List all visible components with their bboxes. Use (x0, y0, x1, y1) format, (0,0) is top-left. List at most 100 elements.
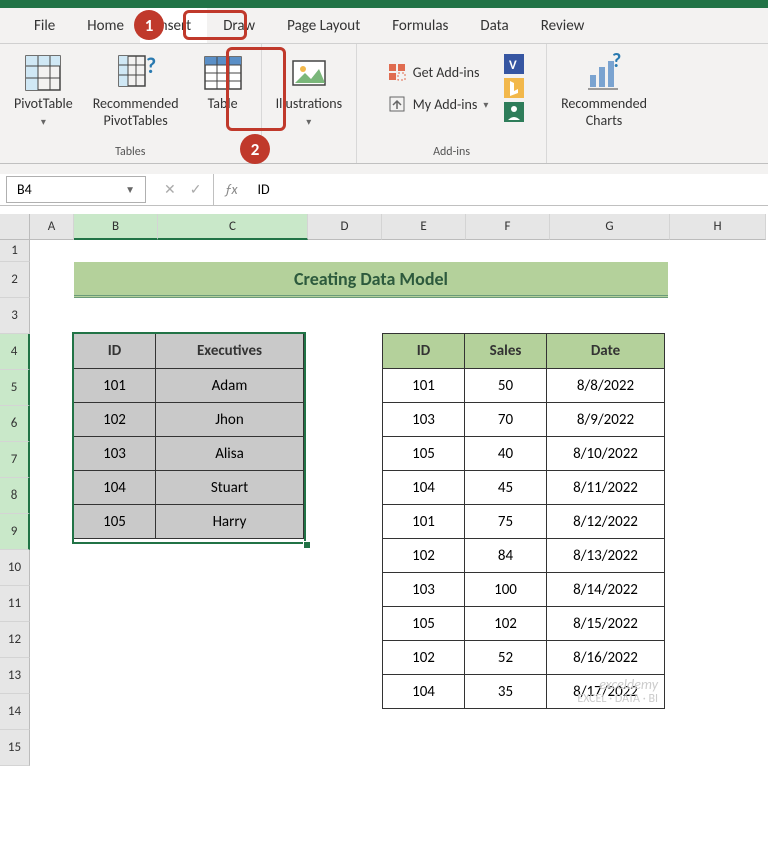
pivottable-button[interactable]: PivotTable▾ (8, 48, 79, 134)
row-header[interactable]: 1 (0, 240, 30, 262)
table-cell[interactable]: 75 (465, 505, 547, 539)
row-header[interactable]: 8 (0, 478, 30, 514)
table-row: 101508/8/2022 (383, 369, 665, 403)
table-cell[interactable]: 103 (383, 403, 465, 437)
bing-icon[interactable] (504, 78, 524, 98)
tab-formulas[interactable]: Formulas (376, 8, 464, 43)
table-cell[interactable]: 50 (465, 369, 547, 403)
tab-review[interactable]: Review (525, 8, 601, 43)
table-cell[interactable]: Adam (156, 369, 304, 403)
recommended-charts-button[interactable]: ? Recommended Charts (555, 48, 653, 134)
select-all-corner[interactable] (0, 214, 30, 240)
formula-bar-buttons: ✕ ✓ (152, 174, 214, 205)
table-cell[interactable]: 8/16/2022 (547, 641, 665, 675)
table-button[interactable]: Table (193, 48, 253, 117)
col-header[interactable]: D (308, 214, 382, 240)
table-cell[interactable]: 52 (465, 641, 547, 675)
get-addins-button[interactable]: Get Add-ins (379, 58, 497, 86)
col-header[interactable]: A (30, 214, 74, 240)
table-cell[interactable]: 35 (465, 675, 547, 709)
my-addins-button[interactable]: My Add-ins ▾ (379, 90, 497, 118)
table-cell[interactable]: 105 (383, 437, 465, 471)
tab-page-layout[interactable]: Page Layout (271, 8, 376, 43)
table-cell[interactable]: Alisa (156, 437, 304, 471)
table-row: 103Alisa (74, 437, 304, 471)
recommended-pivottables-button[interactable]: ? Recommended PivotTables (87, 48, 185, 134)
table-header[interactable]: Date (547, 334, 665, 369)
tab-data[interactable]: Data (464, 8, 524, 43)
row-header[interactable]: 5 (0, 370, 30, 406)
table-header[interactable]: ID (383, 334, 465, 369)
table-row: 102848/13/2022 (383, 539, 665, 573)
svg-text:?: ? (612, 53, 621, 73)
table-cell[interactable]: 105 (383, 607, 465, 641)
col-header[interactable]: G (550, 214, 670, 240)
table-cell[interactable]: 8/12/2022 (547, 505, 665, 539)
people-icon[interactable] (504, 102, 524, 122)
fx-icon[interactable]: ƒx (214, 174, 247, 205)
col-header[interactable]: C (158, 214, 308, 240)
row-header[interactable]: 9 (0, 514, 30, 550)
table-cell[interactable]: Stuart (156, 471, 304, 505)
illustrations-icon (288, 52, 330, 94)
row-header[interactable]: 2 (0, 262, 30, 298)
table-cell[interactable]: 102 (383, 641, 465, 675)
svg-text:?: ? (146, 53, 156, 79)
selection-handle[interactable] (303, 541, 311, 549)
table-cell[interactable]: 104 (383, 471, 465, 505)
table-cell[interactable]: 105 (74, 505, 156, 539)
table-cell[interactable]: 103 (74, 437, 156, 471)
table-cell[interactable]: 8/8/2022 (547, 369, 665, 403)
table-cell[interactable]: 8/10/2022 (547, 437, 665, 471)
row-header[interactable]: 6 (0, 406, 30, 442)
table-cell[interactable]: Jhon (156, 403, 304, 437)
table-cell[interactable]: 8/11/2022 (547, 471, 665, 505)
row-header[interactable]: 3 (0, 298, 30, 334)
tab-draw[interactable]: Draw (207, 8, 271, 43)
row-header[interactable]: 10 (0, 550, 30, 586)
row-header[interactable]: 11 (0, 586, 30, 622)
table-cell[interactable]: 101 (74, 369, 156, 403)
col-header[interactable]: B (74, 214, 158, 240)
table-header[interactable]: Executives (156, 334, 304, 369)
row-header[interactable]: 7 (0, 442, 30, 478)
illustrations-button[interactable]: Illustrations▾ (270, 48, 349, 134)
table-cell[interactable]: 84 (465, 539, 547, 573)
table-cell[interactable]: 101 (383, 505, 465, 539)
col-header[interactable]: E (382, 214, 466, 240)
table-cell[interactable]: 103 (383, 573, 465, 607)
table-cell[interactable]: 102 (383, 539, 465, 573)
table-cell[interactable]: 101 (383, 369, 465, 403)
formula-bar[interactable]: ID (248, 174, 768, 205)
table-cell[interactable]: 8/13/2022 (547, 539, 665, 573)
row-header[interactable]: 14 (0, 694, 30, 730)
table-cell[interactable]: 8/14/2022 (547, 573, 665, 607)
table-cell[interactable]: Harry (156, 505, 304, 539)
table-cell[interactable]: 100 (465, 573, 547, 607)
enter-icon[interactable]: ✓ (190, 181, 202, 198)
table-cell[interactable]: 40 (465, 437, 547, 471)
tab-file[interactable]: File (18, 8, 71, 43)
col-header[interactable]: H (670, 214, 766, 240)
row-header[interactable]: 15 (0, 730, 30, 766)
cancel-icon[interactable]: ✕ (164, 181, 176, 198)
row-header[interactable]: 4 (0, 334, 30, 370)
name-box[interactable]: B4▼ (6, 176, 146, 203)
table-cell[interactable]: 102 (74, 403, 156, 437)
title-cell: Creating Data Model (74, 262, 668, 298)
table-cell[interactable]: 8/9/2022 (547, 403, 665, 437)
row-header[interactable]: 13 (0, 658, 30, 694)
table-cell[interactable]: 104 (383, 675, 465, 709)
table-cell[interactable]: 104 (74, 471, 156, 505)
table-row: 101Adam (74, 369, 304, 403)
visio-icon[interactable]: V (504, 54, 524, 74)
tab-home[interactable]: Home (71, 8, 140, 43)
table-cell[interactable]: 102 (465, 607, 547, 641)
col-header[interactable]: F (466, 214, 550, 240)
table-header[interactable]: ID (74, 334, 156, 369)
row-header[interactable]: 12 (0, 622, 30, 658)
table-cell[interactable]: 8/15/2022 (547, 607, 665, 641)
table-cell[interactable]: 70 (465, 403, 547, 437)
table-header[interactable]: Sales (465, 334, 547, 369)
table-cell[interactable]: 45 (465, 471, 547, 505)
